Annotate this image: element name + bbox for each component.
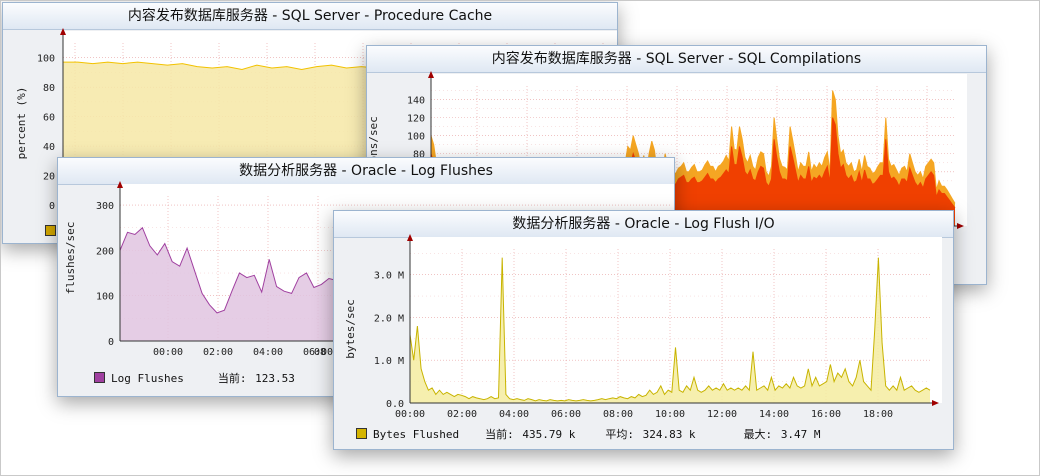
- legend-swatch: [356, 428, 367, 439]
- y-tick-label: 120: [407, 114, 425, 125]
- avg-value: 324.83 k: [642, 428, 696, 441]
- legend-swatch: [45, 225, 56, 236]
- x-tick-label: 16:00: [811, 409, 841, 420]
- x-tick-label: 02:00: [203, 347, 233, 358]
- current-label: 当前:: [217, 372, 247, 385]
- y-tick-label: 300: [96, 201, 114, 212]
- x-tick-label: 08: [314, 347, 326, 358]
- x-tick-label: 10:00: [655, 409, 685, 420]
- y-tick-label: 0: [108, 337, 114, 348]
- y-axis-label: percent (%): [15, 87, 28, 160]
- y-axis-label: bytes/sec: [344, 299, 357, 359]
- y-tick-label: 200: [96, 246, 114, 257]
- y-tick-label: 3.0 M: [374, 271, 404, 282]
- x-tick-label: 00:00: [153, 347, 183, 358]
- x-tick-label: 08:00: [603, 409, 633, 420]
- x-tick-label: 04:00: [253, 347, 283, 358]
- current-value: 435.79 k: [522, 428, 576, 441]
- y-tick-label: 140: [407, 96, 425, 107]
- y-tick-label: 100: [96, 292, 114, 303]
- chart-collage: 内容发布数据库服务器 - SQL Server - Procedure Cach…: [0, 0, 1040, 476]
- x-tick-label: 12:00: [707, 409, 737, 420]
- x-tick-label: 14:00: [759, 409, 789, 420]
- max-label: 最大:: [743, 428, 773, 441]
- y-tick-label: 0: [49, 201, 55, 212]
- log-flush-io-window: 数据分析服务器 - Oracle - Log Flush I/O 3.0 M 2.…: [333, 210, 954, 450]
- log-flush-io-chart: 3.0 M2.0 M1.0 M0.000:00 02:00 04:00 06:00 08…: [344, 234, 942, 420]
- legend: Log Flushes 当前: 123.53: [94, 370, 297, 386]
- avg-label: 平均:: [605, 428, 634, 441]
- y-tick-label: 100: [37, 54, 55, 65]
- current-label: 当前:: [485, 428, 514, 441]
- y-tick-label: 100: [407, 132, 425, 143]
- current-value: 123.53: [255, 372, 295, 385]
- legend-label: Bytes Flushed: [373, 428, 460, 441]
- y-tick-label: 1.0 M: [374, 356, 404, 367]
- x-tick-label: 00:00: [395, 409, 425, 420]
- max-value: 3.47 M: [780, 428, 821, 441]
- x-tick-label: 02:00: [447, 409, 477, 420]
- x-tick-label: 18:00: [863, 409, 893, 420]
- legend-label: Log Flushes: [111, 372, 184, 385]
- x-tick-label: 06:00: [551, 409, 581, 420]
- y-axis-label: flushes/sec: [64, 222, 77, 295]
- legend: Bytes Flushed 当前: 435.79 k 平均: 324.83 k 最大:…: [356, 426, 823, 442]
- legend-swatch: [94, 372, 105, 383]
- x-tick-label: 04:00: [499, 409, 529, 420]
- y-tick-label: 20: [43, 172, 55, 183]
- y-tick-label: 60: [43, 113, 55, 124]
- y-tick-label: 2.0 M: [374, 313, 404, 324]
- y-tick-label: 80: [43, 83, 55, 94]
- y-tick-label: 40: [43, 142, 55, 153]
